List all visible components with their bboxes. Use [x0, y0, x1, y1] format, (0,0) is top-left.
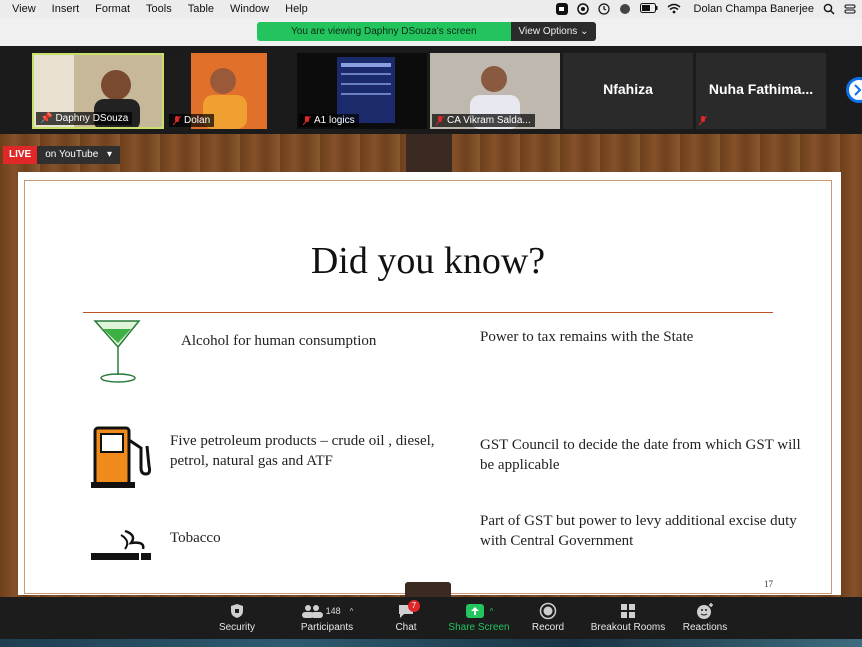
mic-muted-icon: [436, 115, 444, 125]
row-3-right-text: Part of GST but power to levy additional…: [480, 513, 797, 549]
chat-button[interactable]: 7 Chat: [388, 600, 424, 633]
menu-tools[interactable]: Tools: [138, 3, 180, 15]
breakout-rooms-label: Breakout Rooms: [590, 622, 666, 633]
next-page-button[interactable]: [846, 77, 862, 103]
participant-caption: A1 logics: [299, 114, 359, 127]
breakout-rooms-icon: [621, 604, 635, 618]
slide-divider: [83, 312, 773, 313]
banner-row: You are viewing Daphny DSouza's screen V…: [0, 18, 862, 46]
search-icon[interactable]: [823, 3, 835, 15]
record-label: Record: [531, 622, 565, 633]
participant-caption: 📌 Daphny DSouza: [36, 112, 133, 125]
share-screen-icon: [465, 604, 484, 618]
row-1-left-text: Alcohol for human consumption: [181, 333, 377, 349]
participant-name: A1 logics: [314, 115, 355, 126]
mic-muted-icon: [699, 116, 707, 126]
participant-strip: 📌 Daphny DSouza Dolan A1 logics CA Vikram…: [0, 46, 862, 134]
share-screen-label: Share Screen: [448, 622, 510, 633]
siri-icon[interactable]: [619, 3, 631, 15]
view-options-label: View Options: [518, 26, 578, 37]
caret-up-icon[interactable]: ^: [350, 607, 354, 616]
live-badge: LIVE: [3, 146, 38, 164]
menubar-user-name[interactable]: Dolan Champa Banerjee: [694, 3, 814, 15]
view-options-button[interactable]: View Options ⌄: [510, 22, 597, 41]
mic-muted-icon: [173, 115, 181, 125]
live-platform-label: on YouTube: [45, 149, 99, 160]
cigarette-icon: [91, 529, 151, 560]
clip-bottom: [405, 582, 451, 597]
participant-tile-a1logics[interactable]: A1 logics: [297, 53, 427, 129]
chat-unread-badge: 7: [408, 600, 420, 612]
participant-tile-daphny[interactable]: 📌 Daphny DSouza: [32, 53, 164, 129]
participant-name: CA Vikram Salda...: [447, 115, 531, 126]
menu-format[interactable]: Format: [87, 3, 138, 15]
menu-table[interactable]: Table: [180, 3, 222, 15]
participants-label: Participants: [300, 622, 354, 633]
participant-tile-vikram[interactable]: CA Vikram Salda...: [430, 53, 560, 129]
participant-count: 148: [325, 606, 341, 616]
menu-bar: View Insert Format Tools Table Window He…: [0, 0, 862, 18]
participant-tile-nuha[interactable]: Nuha Fathima...: [696, 53, 826, 129]
pin-icon: 📌: [40, 113, 53, 124]
participant-name: Nuha Fathima...: [708, 81, 814, 97]
participant-caption: Dolan: [169, 114, 215, 127]
viewing-banner: You are viewing Daphny DSouza's screen V…: [257, 22, 597, 41]
menu-insert[interactable]: Insert: [44, 3, 88, 15]
participants-icon: [301, 605, 323, 618]
row-2-right-text: GST Council to decide the date from whic…: [480, 437, 801, 473]
caret-down-icon: ▾: [107, 149, 113, 160]
live-platform-menu[interactable]: on YouTube ▾: [37, 146, 121, 164]
participant-name: Dolan: [184, 115, 211, 126]
slide-frame: Did you know? Alcohol for human consumpt…: [24, 180, 832, 594]
fuel-pump-icon: [91, 426, 152, 488]
row-1-right-text: Power to tax remains with the State: [480, 329, 694, 345]
participants-button[interactable]: 148 ^ Participants: [288, 600, 366, 633]
participant-name: Daphny DSouza: [55, 113, 129, 124]
security-label: Security: [218, 622, 256, 633]
menu-window[interactable]: Window: [222, 3, 277, 15]
breakout-rooms-button[interactable]: Breakout Rooms: [588, 600, 668, 633]
reactions-button[interactable]: Reactions: [680, 600, 730, 633]
mic-muted-icon: [303, 115, 311, 125]
menu-help[interactable]: Help: [277, 3, 316, 15]
slide-title: Did you know?: [310, 240, 546, 282]
slide-page-number: 17: [764, 579, 773, 589]
participant-caption: CA Vikram Salda...: [432, 114, 535, 127]
shield-icon: [231, 604, 243, 618]
shared-screen: LIVE on YouTube ▾ Did you know? Alcohol …: [0, 134, 862, 597]
desktop-edge: [0, 639, 862, 647]
control-center-icon[interactable]: [844, 3, 856, 15]
chat-label: Chat: [395, 622, 417, 633]
record-icon: [539, 602, 557, 620]
cocktail-glass-icon: [93, 320, 141, 383]
record-button[interactable]: Record: [528, 600, 568, 633]
chevron-right-icon: [854, 84, 862, 96]
participant-tile-nfahiza[interactable]: Nfahiza: [563, 53, 693, 129]
row-3-left-text: Tobacco: [170, 530, 221, 546]
participant-name: Nfahiza: [603, 81, 653, 97]
zoom-status-icon[interactable]: [555, 3, 568, 15]
battery-icon[interactable]: [639, 3, 658, 15]
chevron-down-icon: ⌄: [580, 26, 589, 37]
security-button[interactable]: Security: [212, 600, 262, 633]
live-stream-indicator[interactable]: LIVE on YouTube ▾: [3, 146, 121, 164]
participant-tile-dolan[interactable]: Dolan: [167, 53, 267, 129]
meeting-toolbar: Security 148 ^ Participants 7 Chat ^ Sha…: [0, 597, 862, 639]
row-2-left-text: Five petroleum products – crude oil , di…: [170, 433, 435, 469]
reactions-label: Reactions: [682, 622, 728, 633]
caret-up-icon[interactable]: ^: [490, 607, 494, 616]
vpn-icon[interactable]: [576, 3, 589, 15]
wifi-icon[interactable]: [667, 3, 681, 15]
presentation-slide: Did you know? Alcohol for human consumpt…: [18, 172, 841, 595]
menu-view[interactable]: View: [4, 3, 44, 15]
share-screen-button[interactable]: ^ Share Screen: [444, 600, 514, 633]
time-machine-icon[interactable]: [597, 3, 610, 15]
viewing-message: You are viewing Daphny DSouza's screen: [257, 22, 511, 41]
reactions-icon: [697, 603, 713, 619]
